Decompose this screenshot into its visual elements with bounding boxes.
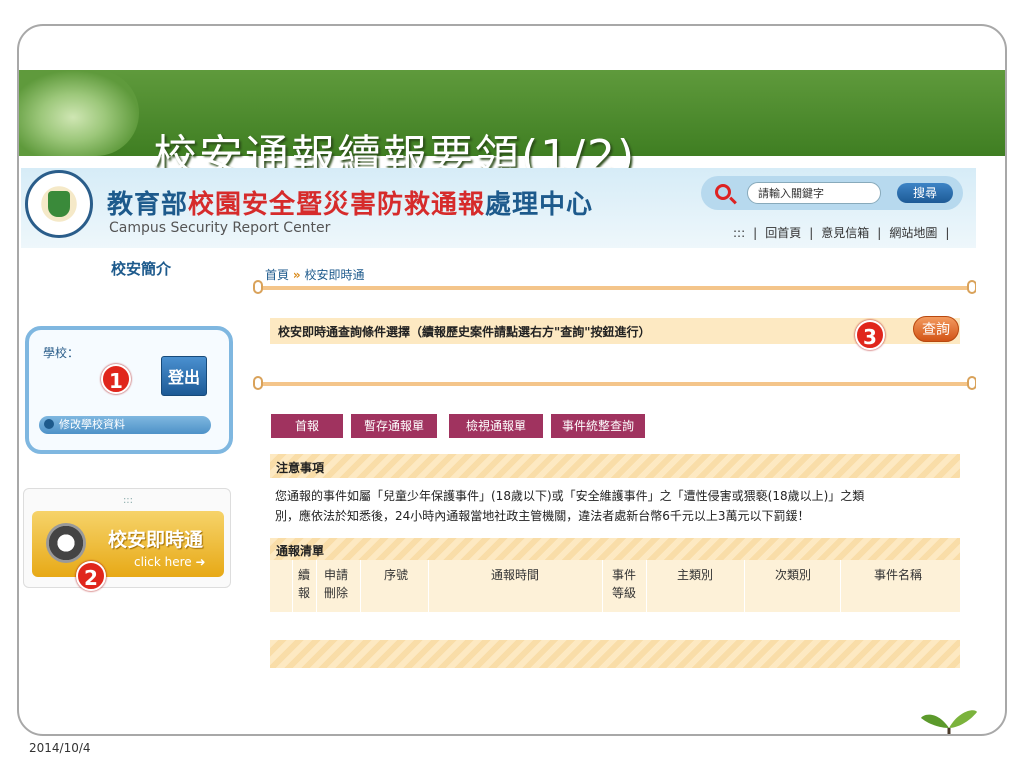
col-event-level: 事件 等級 (611, 568, 636, 600)
notice-line-2: 別，應依法於知悉後，24小時內通報當地社政主管機關，違法者處新台幣6千元以上3萬… (275, 509, 810, 523)
slide: 校安通報續報要領(1/2) 教育部校園安全暨災害防救通報處理中心 Campus … (0, 0, 1024, 768)
school-label: 學校： (43, 346, 80, 360)
ministry-logo-icon (25, 170, 93, 238)
sitemap-link[interactable]: 網站地圖 (889, 226, 937, 240)
search-box: 搜尋 (701, 176, 963, 210)
logout-button[interactable]: 登出 (161, 356, 207, 396)
notice-line-1: 您通報的事件如屬「兒童少年保護事件」(18歲以下)或「安全維護事件」之「遭性侵害… (275, 489, 865, 503)
rail-knob (967, 280, 976, 294)
query-instructions: 校安即時通查詢條件選擇（續報歷史案件請點選右方"查詢"按鈕進行） (278, 325, 651, 339)
promo-click-here[interactable]: click here ➜ (134, 555, 206, 569)
notice-title: 注意事項 (276, 461, 325, 475)
tab-draft-report[interactable]: 暫存通報單 (351, 414, 437, 438)
breadcrumb-current: 校安即時通 (304, 268, 365, 282)
login-panel: 學校： 登出 修改學校資料 1 (25, 326, 233, 454)
list-title: 通報清單 (276, 544, 325, 558)
search-icon (715, 184, 731, 200)
megaphone-icon (46, 523, 86, 563)
col-serial: 序號 (383, 568, 408, 582)
marker-3: 3 (855, 320, 885, 350)
top-links: ::: | 回首頁 | 意見信箱 | 網站地圖 | (729, 224, 953, 241)
campus-instant-link[interactable]: 校安即時通 click here ➜ (32, 511, 224, 577)
promo-dots: ::: (122, 495, 134, 506)
title-banner: 校安通報續報要領(1/2) (19, 70, 1005, 182)
breadcrumb-home[interactable]: 首頁 (265, 268, 289, 282)
promo-title: 校安即時通 (108, 529, 204, 551)
slide-date: 2014/10/4 (29, 741, 91, 755)
site-header: 教育部校園安全暨災害防救通報處理中心 Campus Security Repor… (21, 168, 976, 248)
rail-middle (259, 382, 976, 386)
list-columns: 續報 申請 刪除 序號 通報時間 事件 等級 主類別 次類別 事件名稱 (270, 560, 960, 612)
search-button[interactable]: 搜尋 (897, 183, 953, 203)
rail-top (259, 286, 976, 290)
seedling-hand-icon (19, 70, 139, 156)
website-screenshot: 教育部校園安全暨災害防救通報處理中心 Campus Security Repor… (21, 168, 976, 676)
home-link[interactable]: 回首頁 (765, 226, 801, 240)
col-event-name: 事件名稱 (873, 568, 922, 582)
marker-2: 2 (76, 561, 106, 591)
edit-school-button[interactable]: 修改學校資料 (39, 416, 211, 434)
nav-about[interactable]: 校安簡介 (111, 258, 171, 279)
breadcrumb-separator: » (292, 268, 301, 282)
search-input[interactable] (747, 182, 881, 204)
list-empty-row (270, 640, 960, 668)
marker-1: 1 (101, 364, 131, 394)
rail-knob (253, 376, 263, 390)
list-header: 通報清單 (270, 538, 960, 560)
site-name: 教育部校園安全暨災害防救通報處理中心 (107, 190, 594, 220)
link-sep: | (753, 226, 758, 240)
query-button[interactable]: 查詢 (913, 316, 959, 342)
rail-knob (253, 280, 263, 294)
col-main-category: 主類別 (676, 568, 713, 582)
tab-view-report[interactable]: 檢視通報單 (449, 414, 543, 438)
col-continue: 續報 (297, 568, 310, 600)
notice-header: 注意事項 (270, 454, 960, 478)
rail-knob (967, 376, 976, 390)
link-sep: | (809, 226, 814, 240)
feedback-link[interactable]: 意見信箱 (821, 226, 869, 240)
col-sub-category: 次類別 (774, 568, 811, 582)
tab-first-report[interactable]: 首報 (271, 414, 343, 438)
link-sep: | (945, 226, 950, 240)
col-report-time: 通報時間 (490, 568, 539, 582)
tab-event-query[interactable]: 事件統整查詢 (551, 414, 645, 438)
promo-panel: ::: 校安即時通 click here ➜ 2 (23, 488, 231, 591)
sprout-icon (921, 710, 977, 734)
breadcrumb: 首頁 » 校安即時通 (265, 266, 364, 283)
site-subtitle: Campus Security Report Center (109, 220, 331, 236)
top-link-dots: ::: (733, 226, 746, 240)
col-delete: 申請 刪除 (323, 568, 348, 600)
notice-body: 您通報的事件如屬「兒童少年保護事件」(18歲以下)或「安全維護事件」之「遭性侵害… (275, 486, 965, 526)
link-sep: | (877, 226, 882, 240)
